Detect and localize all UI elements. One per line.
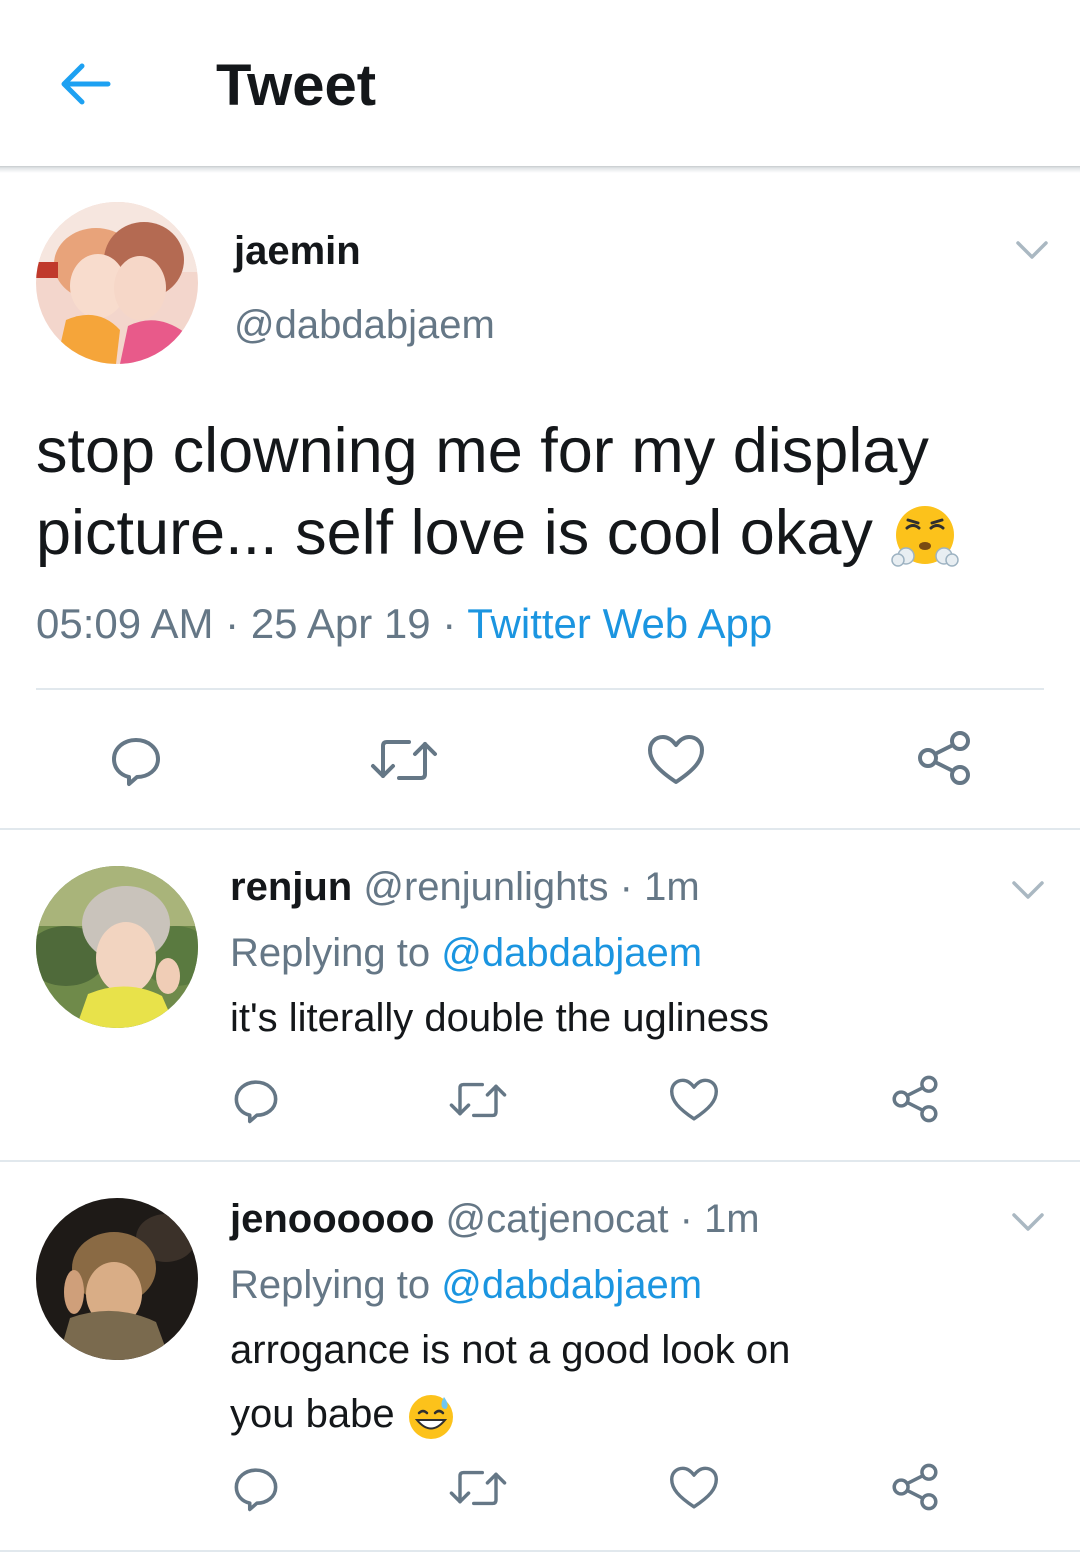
divider: [0, 828, 1080, 830]
reply-button[interactable]: [228, 1072, 284, 1128]
like-icon: [670, 1466, 718, 1509]
tweet-metadata: 05:09 AM · 25 Apr 19 · Twitter Web App: [36, 596, 772, 652]
header-divider: [0, 166, 1080, 173]
reply-text-line: arrogance is not a good look on: [230, 1328, 791, 1372]
reply-time: 1m: [704, 1197, 760, 1241]
replying-to-mention[interactable]: @dabdabjaem: [441, 1263, 702, 1307]
face-with-steam-from-nose-icon: [891, 506, 960, 568]
reply-button[interactable]: [228, 1460, 284, 1516]
reply-header: jenoooooo @catjenocat · 1m: [230, 1194, 760, 1244]
author-display-name[interactable]: jaemin: [234, 226, 361, 276]
tweet-text: stop clowning me for my display picture.…: [36, 410, 1046, 574]
share-icon: [892, 1463, 938, 1511]
chevron-down-icon[interactable]: [1008, 870, 1048, 910]
reply-time: 1m: [644, 865, 700, 909]
chevron-down-icon[interactable]: [1012, 230, 1052, 270]
reply-text-line: it's literally double the ugliness: [230, 996, 770, 1040]
tweet-source-link[interactable]: Twitter Web App: [467, 600, 772, 647]
separator: ·: [619, 865, 633, 909]
reply-header: renjun @renjunlights · 1m: [230, 862, 700, 912]
grinning-face-with-sweat-icon: [408, 1395, 453, 1440]
reply-author-handle[interactable]: @renjunlights: [363, 865, 608, 909]
like-icon: [670, 1078, 718, 1121]
reply-author-handle[interactable]: @catjenocat: [446, 1197, 669, 1241]
like-button[interactable]: [666, 1460, 722, 1516]
reply-icon: [234, 1080, 278, 1124]
reply-author-display-name[interactable]: renjun: [230, 865, 352, 909]
avatar-image: [36, 202, 198, 364]
reply-text: it's literally double the ugliness: [230, 986, 1010, 1050]
avatar-image: [36, 866, 198, 1028]
divider: [0, 1550, 1080, 1552]
reply-author-display-name[interactable]: jenoooooo: [230, 1197, 434, 1241]
replying-to: Replying to @dabdabjaem: [230, 1260, 702, 1310]
share-button[interactable]: [886, 1070, 944, 1128]
like-icon: [648, 735, 704, 784]
share-button[interactable]: [886, 1458, 944, 1516]
reply-text: arrogance is not a good look on you babe: [230, 1318, 1010, 1446]
avatar-image: [36, 1198, 198, 1360]
separator: ·: [679, 1197, 693, 1241]
retweet-icon: [449, 1082, 507, 1118]
divider: [36, 688, 1044, 690]
tweet-time: 05:09 AM: [36, 600, 214, 647]
tweet-date: 25 Apr 19: [250, 600, 431, 647]
reply-button[interactable]: [104, 728, 168, 792]
retweet-button[interactable]: [368, 728, 440, 792]
separator: ·: [225, 600, 240, 647]
divider: [0, 1160, 1080, 1162]
separator: ·: [442, 600, 457, 647]
replying-to: Replying to @dabdabjaem: [230, 928, 702, 978]
like-button[interactable]: [644, 728, 708, 792]
avatar[interactable]: [36, 1198, 198, 1360]
like-button[interactable]: [666, 1072, 722, 1128]
page-title: Tweet: [216, 53, 377, 118]
arrow-left-icon: [61, 63, 111, 105]
author-handle[interactable]: @dabdabjaem: [234, 300, 495, 350]
avatar[interactable]: [36, 866, 198, 1028]
tweet-text-line: picture... self love is cool okay: [36, 492, 1046, 574]
reply-icon: [112, 738, 160, 786]
reply-icon: [234, 1468, 278, 1512]
retweet-icon: [449, 1470, 507, 1506]
share-icon: [918, 731, 970, 785]
reply-text-line: you babe: [230, 1382, 1010, 1446]
avatar[interactable]: [36, 202, 198, 364]
replying-to-mention[interactable]: @dabdabjaem: [441, 931, 702, 975]
replying-to-label: Replying to: [230, 1263, 431, 1307]
retweet-button[interactable]: [446, 1072, 510, 1128]
share-button[interactable]: [912, 726, 976, 790]
share-icon: [892, 1075, 938, 1123]
back-button[interactable]: [52, 54, 116, 114]
replying-to-label: Replying to: [230, 931, 431, 975]
chevron-down-icon[interactable]: [1008, 1202, 1048, 1242]
retweet-icon: [371, 740, 437, 780]
app-header: Tweet: [0, 0, 1080, 168]
tweet-text-line: stop clowning me for my display: [36, 416, 929, 486]
retweet-button[interactable]: [446, 1460, 510, 1516]
